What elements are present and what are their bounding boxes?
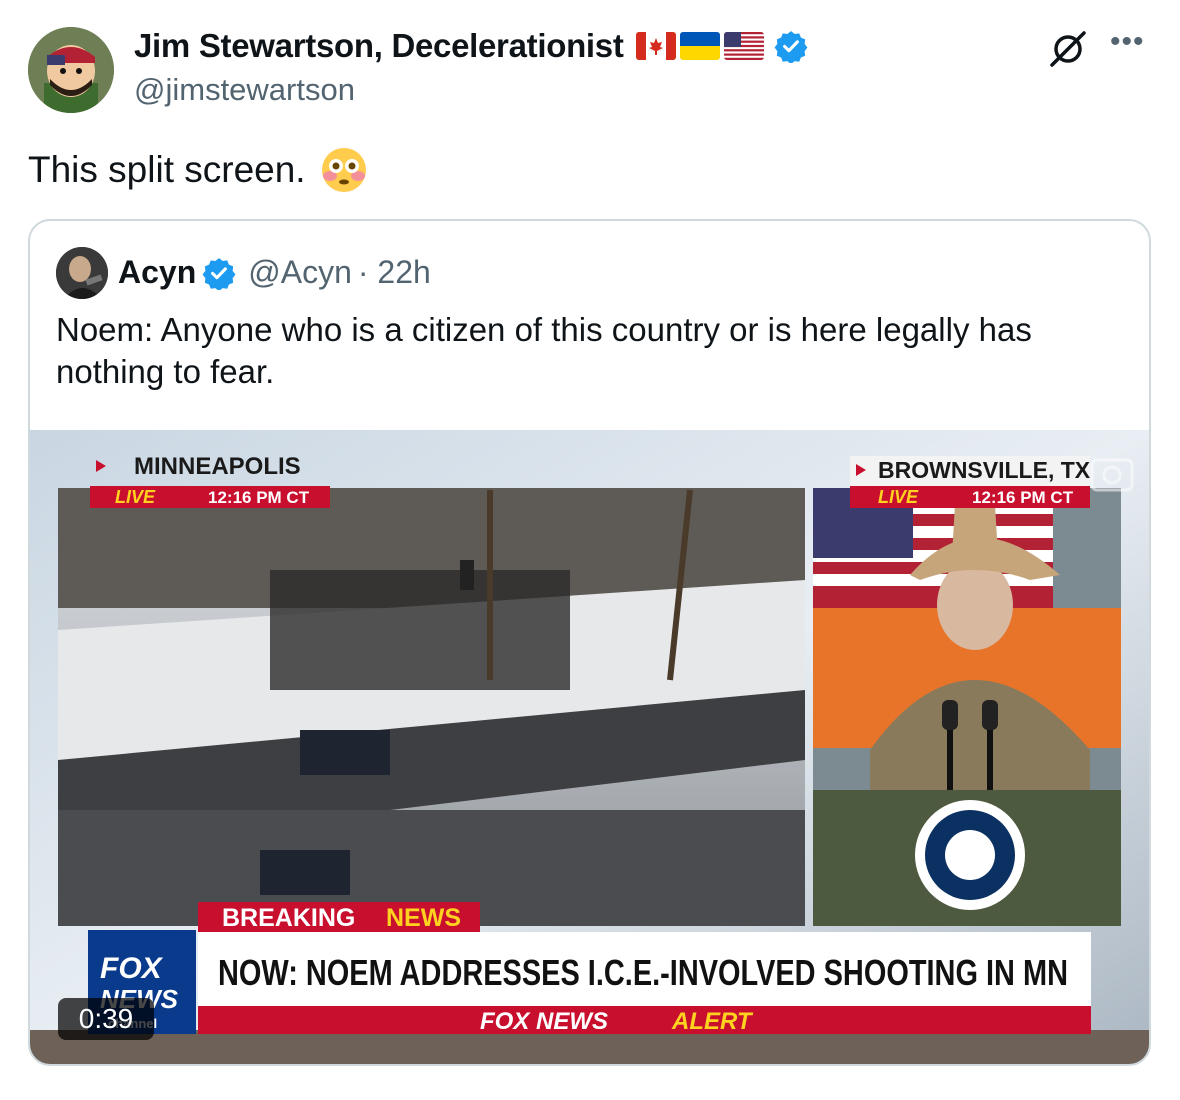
news-text: NEWS <box>386 904 461 932</box>
quoted-header: Acyn @Acyn · 22h <box>118 254 431 291</box>
quoted-time[interactable]: · 22h <box>358 254 431 291</box>
quoted-author-handle[interactable]: @Acyn <box>248 254 352 291</box>
canada-flag-icon <box>635 32 676 60</box>
left-live-text: LIVE <box>115 487 156 507</box>
video-duration-badge: 0:39 <box>58 998 154 1040</box>
verified-badge-icon <box>774 31 807 63</box>
author-name-row[interactable]: Jim Stewartson, Decelerationist <box>134 27 808 65</box>
more-options-icon[interactable]: ••• <box>1110 27 1154 64</box>
breaking-news-banner: BREAKING NEWS <box>198 902 480 932</box>
left-time-text: 12:16 PM CT <box>208 488 310 507</box>
usa-flag-icon <box>723 32 764 60</box>
video-frame: MINNEAPOLIS LIVE 12:16 PM CT BROWNSVILLE… <box>30 430 1149 1064</box>
right-location-tag: BROWNSVILLE, TX LIVE 12:16 PM CT <box>850 456 1091 508</box>
flag-emojis <box>635 32 764 60</box>
headline-bar: NOW: NOEM ADDRESSES I.C.E.-INVOLVED SHOO… <box>198 932 1091 1006</box>
quoted-author-name[interactable]: Acyn <box>118 254 196 291</box>
left-location-text: MINNEAPOLIS <box>134 453 301 480</box>
right-time-text: 12:16 PM CT <box>972 488 1074 507</box>
tweet-text: This split screen. <box>28 149 306 190</box>
minneapolis-feed <box>58 488 805 926</box>
author-avatar[interactable] <box>28 27 114 113</box>
alert-word-text: ALERT <box>671 1008 754 1035</box>
quoted-text: Noem: Anyone who is a citizen of this co… <box>56 311 1032 390</box>
headline-text: NOW: NOEM ADDRESSES I.C.E.-INVOLVED SHOO… <box>218 952 1068 993</box>
quoted-verified-badge-icon <box>202 257 236 290</box>
flushed-face-icon <box>321 148 366 192</box>
tweet-text-row: This split screen. <box>28 146 368 194</box>
author-name[interactable]: Jim Stewartson, Decelerationist <box>134 27 624 65</box>
author-handle[interactable]: @jimstewartson <box>134 72 355 108</box>
quoted-tweet-card[interactable]: Acyn @Acyn · 22h Noem: Anyone who is a c… <box>28 219 1151 1066</box>
ukraine-flag-icon <box>679 32 720 60</box>
video-player[interactable]: MINNEAPOLIS LIVE 12:16 PM CT BROWNSVILLE… <box>30 430 1149 1064</box>
fox-news-alert-bar: FOX NEWS ALERT <box>198 1006 1091 1035</box>
quoted-author-avatar[interactable] <box>56 247 108 299</box>
logo-fox-text: FOX <box>100 952 164 985</box>
breaking-text: BREAKING <box>222 904 355 932</box>
right-live-text: LIVE <box>878 487 919 507</box>
grok-icon[interactable] <box>1046 27 1090 71</box>
alert-fox-text: FOX NEWS <box>480 1008 608 1035</box>
brownsville-feed <box>813 488 1121 926</box>
right-location-text: BROWNSVILLE, TX <box>878 457 1091 483</box>
